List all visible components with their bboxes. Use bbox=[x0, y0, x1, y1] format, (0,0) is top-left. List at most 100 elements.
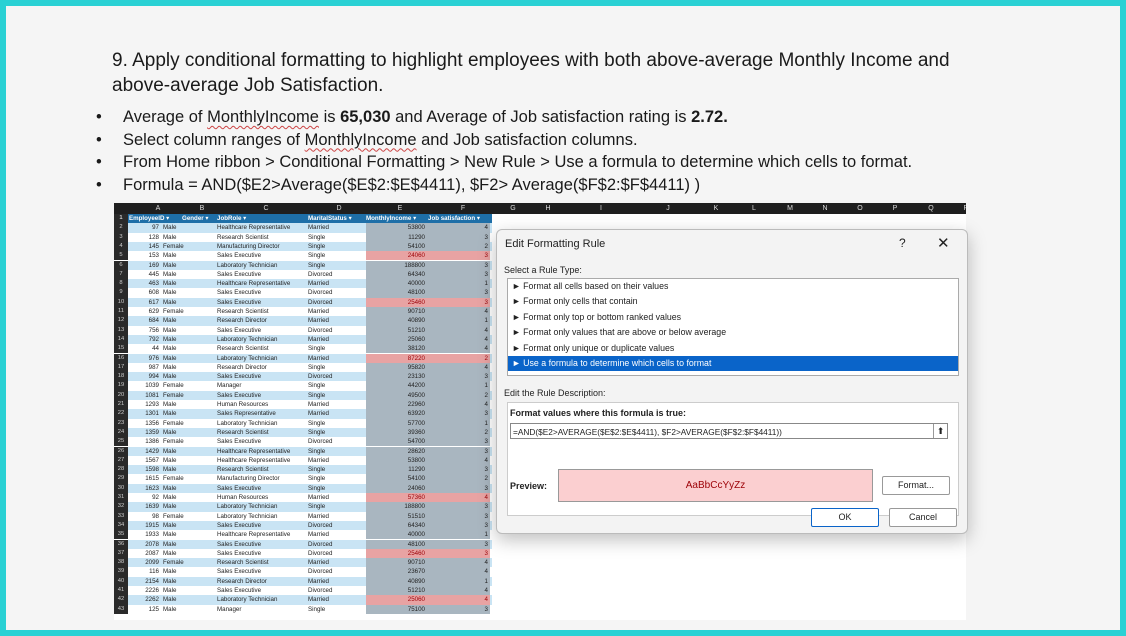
cell-gender: Female bbox=[163, 242, 184, 250]
cell-maritalstatus: Divorced bbox=[308, 373, 333, 381]
cell-employeeid: 617 bbox=[148, 298, 159, 306]
table-row: 20 1081 Female Sales Executive Single 49500 2 bbox=[114, 390, 492, 400]
rule-type-item[interactable]: ► Format only values that are above or b… bbox=[508, 325, 958, 340]
row-number: 23 bbox=[114, 418, 128, 428]
cell-gender: Male bbox=[163, 373, 177, 381]
cell-monthlyincome: 64340 bbox=[366, 269, 428, 280]
row-number: 43 bbox=[114, 604, 128, 614]
ok-button[interactable]: OK bbox=[811, 508, 879, 527]
cell-monthlyincome: 95820 bbox=[366, 362, 428, 373]
cell-job-satisfaction: 4 bbox=[428, 325, 490, 335]
cell-monthlyincome: 54100 bbox=[366, 241, 428, 252]
cell-monthlyincome: 39360 bbox=[366, 427, 428, 438]
table-row: 16 976 Male Laboratory Technician Married 872… bbox=[114, 353, 492, 363]
cell-employeeid: 2078 bbox=[145, 540, 159, 548]
row-number: 40 bbox=[114, 576, 128, 586]
cell-jobrole: Research Scientist bbox=[217, 466, 269, 474]
cell-jobrole: Manufacturing Director bbox=[217, 242, 280, 250]
table-row: 32 1639 Male Laboratory Technician Single 188… bbox=[114, 502, 492, 512]
cell-gender: Male bbox=[163, 410, 177, 418]
cell-employeeid: 756 bbox=[148, 326, 159, 334]
cell-jobrole: Laboratory Technician bbox=[217, 596, 278, 604]
cell-monthlyincome: 11290 bbox=[366, 232, 428, 242]
table-row: 23 1356 Female Laboratory Technician Single 5… bbox=[114, 418, 492, 428]
bullet-select-columns: • Select column ranges of MonthlyIncome … bbox=[96, 130, 638, 149]
cell-jobrole: Sales Executive bbox=[217, 587, 262, 594]
help-icon[interactable]: ? bbox=[899, 236, 906, 250]
cell-employeeid: 1639 bbox=[145, 503, 159, 511]
cell-jobrole: Research Scientist bbox=[217, 559, 269, 567]
rule-type-item[interactable]: ► Format only unique or duplicate values bbox=[508, 341, 958, 356]
cell-employeeid: 629 bbox=[148, 308, 159, 315]
cell-monthlyincome: 11290 bbox=[366, 465, 428, 475]
cell-job-satisfaction: 1 bbox=[428, 316, 490, 326]
cell-employeeid: 792 bbox=[148, 335, 159, 343]
cell-employeeid: 169 bbox=[148, 261, 159, 269]
cell-jobrole: Sales Executive bbox=[217, 373, 262, 381]
cell-maritalstatus: Divorced bbox=[308, 270, 333, 278]
cell-employeeid: 1039 bbox=[145, 382, 159, 390]
table-row: 40 2154 Male Research Director Married 40890 1 bbox=[114, 576, 492, 586]
cell-gender: Male bbox=[163, 401, 177, 408]
cell-maritalstatus: Divorced bbox=[308, 521, 333, 529]
cell-jobrole: Human Resources bbox=[217, 401, 269, 408]
table-row: 37 2087 Male Sales Executive Divorced 25460 3 bbox=[114, 548, 492, 559]
cell-monthlyincome: 40890 bbox=[366, 316, 428, 326]
column-letter-r: R bbox=[962, 203, 966, 214]
cell-monthlyincome: 22960 bbox=[366, 400, 428, 410]
rule-type-item[interactable]: ► Use a formula to determine which cells… bbox=[508, 355, 958, 372]
cell-maritalstatus: Single bbox=[308, 391, 326, 399]
collapse-dialog-icon[interactable]: ⬆ bbox=[933, 424, 947, 438]
cell-monthlyincome: 57700 bbox=[366, 418, 428, 428]
rule-type-item[interactable]: ► Format all cells based on their values bbox=[508, 279, 958, 294]
row-number: 39 bbox=[114, 567, 128, 577]
cancel-button[interactable]: Cancel bbox=[889, 508, 957, 527]
cell-monthlyincome: 54700 bbox=[366, 437, 428, 447]
cell-maritalstatus: Single bbox=[308, 242, 326, 250]
cell-maritalstatus: Divorced bbox=[308, 540, 333, 548]
column-letter-d: D bbox=[336, 205, 342, 212]
cell-jobrole: Sales Executive bbox=[217, 549, 262, 557]
cell-monthlyincome: 48100 bbox=[366, 288, 428, 298]
rule-type-item[interactable]: ► Format only cells that contain bbox=[508, 294, 958, 309]
rule-type-list[interactable]: ► Format all cells based on their values… bbox=[507, 278, 959, 376]
cell-employeeid: 92 bbox=[152, 494, 159, 501]
table-row: 26 1429 Male Healthcare Representative Singl… bbox=[114, 446, 492, 456]
cell-employeeid: 2099 bbox=[145, 559, 159, 567]
header-job-satisfaction: Job satisfaction ▾ bbox=[428, 215, 480, 222]
header-maritalstatus: MaritalStatus ▾ bbox=[308, 215, 352, 222]
table-row: 6 169 Male Laboratory Technician Single 18880… bbox=[114, 260, 492, 270]
cell-job-satisfaction: 3 bbox=[428, 372, 490, 382]
rule-type-item[interactable]: ► Format only top or bottom ranked value… bbox=[508, 310, 958, 325]
cell-maritalstatus: Single bbox=[308, 252, 326, 260]
column-letter-h: H bbox=[545, 205, 551, 212]
cell-job-satisfaction: 2 bbox=[428, 353, 490, 363]
select-rule-type-label: Select a Rule Type: bbox=[504, 265, 582, 275]
row-number: 21 bbox=[114, 400, 128, 410]
rule-description-panel: Format values where this formula is true… bbox=[507, 402, 959, 516]
cell-gender: Male bbox=[163, 466, 177, 474]
cell-job-satisfaction: 3 bbox=[428, 539, 490, 549]
cell-monthlyincome: 57360 bbox=[366, 493, 428, 503]
cell-employeeid: 2262 bbox=[145, 596, 159, 604]
cell-monthlyincome: 51210 bbox=[366, 325, 428, 335]
cell-maritalstatus: Single bbox=[308, 447, 326, 455]
cell-employeeid: 1915 bbox=[145, 521, 159, 529]
cell-employeeid: 1293 bbox=[145, 401, 159, 408]
cell-jobrole: Laboratory Technician bbox=[217, 419, 278, 427]
cell-job-satisfaction: 4 bbox=[428, 344, 490, 354]
cell-job-satisfaction: 3 bbox=[428, 604, 490, 614]
table-row: 38 2099 Female Research Scientist Married 907… bbox=[114, 558, 492, 568]
table-row: 7 445 Male Sales Executive Divorced 64340 3 bbox=[114, 269, 492, 280]
cell-jobrole: Human Resources bbox=[217, 494, 269, 501]
cell-jobrole: Sales Executive bbox=[217, 270, 262, 278]
cell-job-satisfaction: 3 bbox=[428, 437, 490, 447]
cell-gender: Female bbox=[163, 308, 184, 315]
cell-employeeid: 2226 bbox=[145, 587, 159, 594]
close-icon[interactable]: ✕ bbox=[937, 234, 950, 252]
formula-label: Format values where this formula is true… bbox=[510, 408, 687, 418]
formula-input[interactable]: =AND($E2>AVERAGE($E$2:$E$4411), $F2>AVER… bbox=[510, 423, 948, 439]
cell-job-satisfaction: 4 bbox=[428, 567, 490, 577]
cell-maritalstatus: Married bbox=[308, 577, 329, 585]
format-button[interactable]: Format... bbox=[882, 476, 950, 495]
